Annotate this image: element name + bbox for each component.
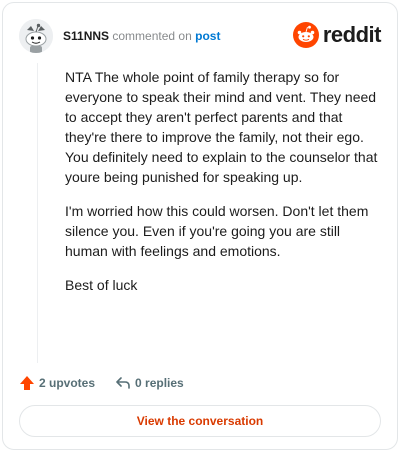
- upvote-button[interactable]: 2 upvotes: [19, 375, 95, 391]
- reddit-wordmark: reddit: [322, 22, 382, 47]
- comment-meta: S11NNS commented on post: [63, 29, 220, 43]
- snoo-avatar-icon: [19, 19, 53, 53]
- comment-paragraph: NTA The whole point of family therapy so…: [65, 69, 378, 185]
- reply-count: 0 replies: [135, 376, 184, 390]
- view-conversation-button[interactable]: View the conversation: [19, 405, 381, 437]
- post-link[interactable]: post: [195, 29, 220, 43]
- username-link[interactable]: S11NNS: [63, 29, 109, 43]
- comment-paragraph: Best of luck: [65, 277, 138, 293]
- upvote-arrow-icon: [20, 376, 34, 390]
- comment-paragraph: I'm worried how this could worsen. Don't…: [65, 203, 369, 259]
- reddit-alien-icon: [292, 22, 319, 48]
- comment-actions: 2 upvotes 0 replies: [19, 373, 204, 393]
- comment-body: NTA The whole point of family therapy so…: [65, 67, 385, 309]
- upvote-count: 2 upvotes: [39, 376, 96, 390]
- reply-button[interactable]: 0 replies: [115, 375, 184, 391]
- comment-card: S11NNS commented on post reddit NTA The …: [2, 2, 398, 450]
- thread-line: [37, 63, 38, 363]
- reddit-logo[interactable]: reddit: [292, 21, 382, 49]
- reply-arrow-icon: [116, 377, 130, 389]
- comment-header: S11NNS commented on post reddit: [19, 19, 382, 55]
- commented-on-text: commented on: [112, 29, 192, 43]
- user-avatar[interactable]: [19, 19, 53, 53]
